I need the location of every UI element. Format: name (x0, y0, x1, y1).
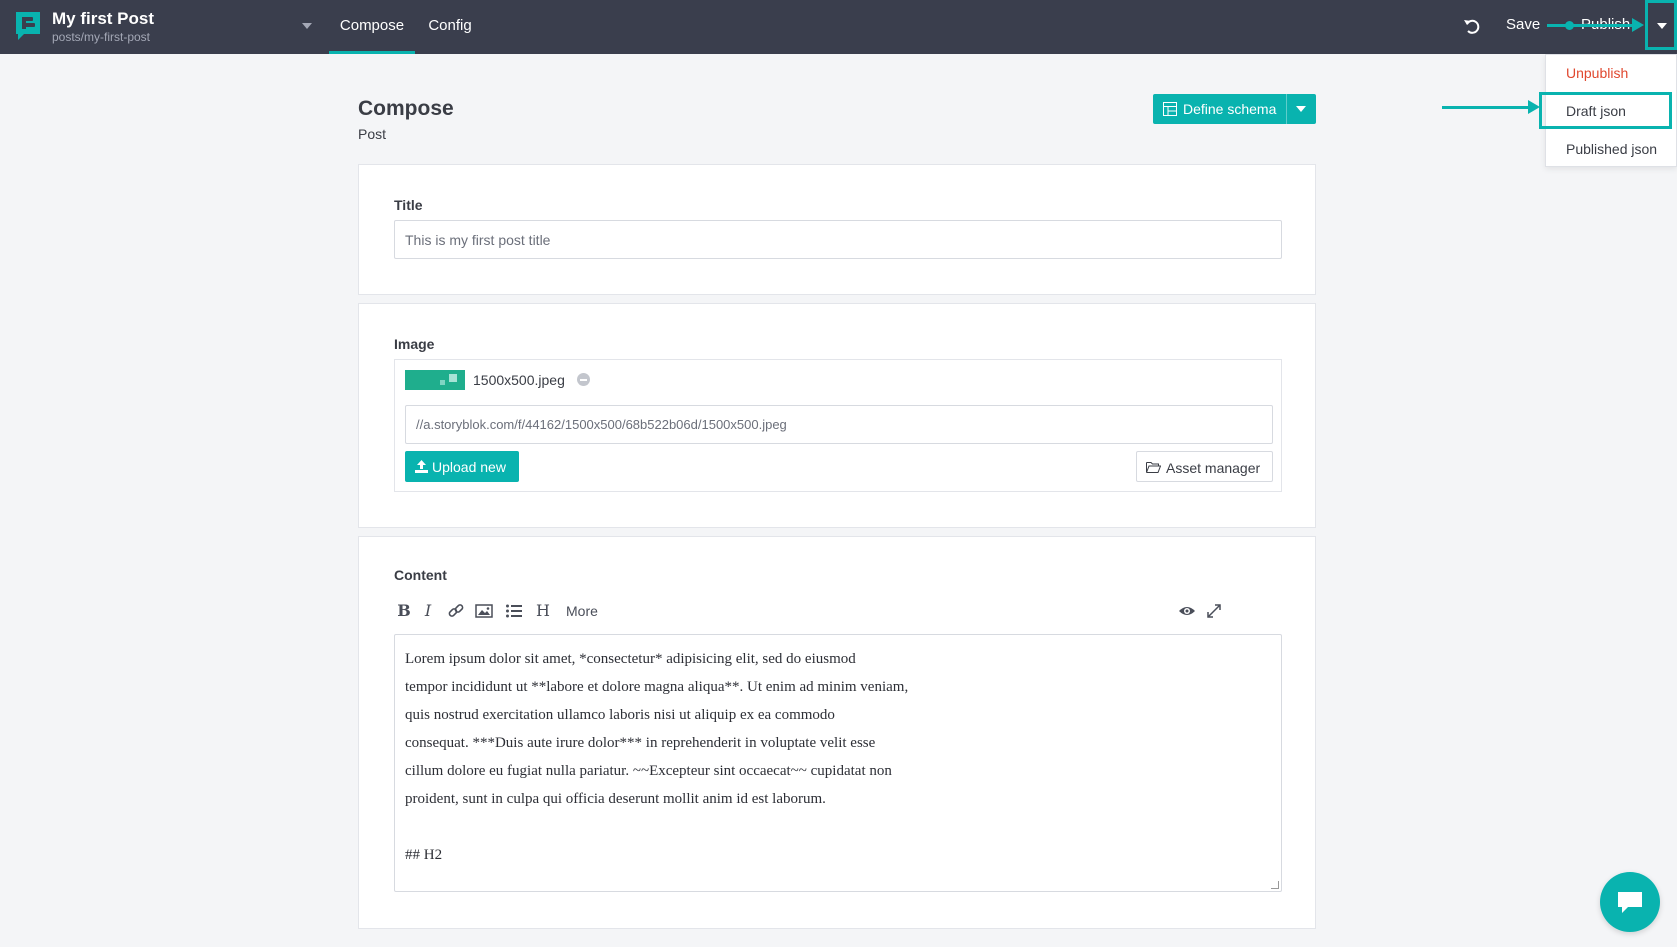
define-schema-button[interactable]: Define schema (1153, 94, 1316, 124)
editor-line: tempor incididunt ut **labore et dolore … (405, 679, 909, 695)
asset-manager-label: Asset manager (1166, 460, 1261, 476)
editor-line: quis nostrud exercitation ullamco labori… (405, 707, 835, 723)
page-title: Compose (358, 97, 454, 120)
editor-line: ## H2 (405, 847, 443, 863)
heading-button[interactable]: H (535, 601, 551, 621)
remove-image-icon[interactable] (577, 373, 590, 386)
list-icon[interactable] (505, 601, 523, 621)
editor-line: Lorem ipsum dolor sit amet, *consectetur… (405, 651, 856, 667)
editor-line: proident, sunt in culpa qui officia dese… (405, 791, 826, 807)
top-bar: My first Post posts/my-first-post Compos… (0, 0, 1677, 54)
chevron-down-icon[interactable] (1296, 106, 1306, 112)
image-filename: 1500x500.jpeg (473, 372, 565, 388)
image-thumbnail[interactable] (405, 370, 465, 390)
divider (1286, 94, 1287, 124)
define-schema-label: Define schema (1183, 101, 1277, 117)
asset-manager-button[interactable]: Asset manager (1136, 451, 1273, 482)
tab-compose[interactable]: Compose (329, 0, 415, 54)
image-asset-box: 1500x500.jpeg Upload new Asset manager (394, 359, 1282, 492)
story-switch-chevron-down-icon[interactable] (302, 23, 312, 29)
editor-line: consequat. ***Duis aute irure dolor*** i… (405, 735, 876, 751)
annotation-arrow-head (1528, 100, 1540, 114)
upload-icon (415, 460, 428, 473)
publish-menu-toggle[interactable] (1645, 0, 1677, 50)
upload-new-button[interactable]: Upload new (405, 451, 519, 482)
annotation-arrow-publish (1547, 24, 1635, 27)
undo-icon[interactable] (1462, 16, 1482, 36)
field-card-title: Title (358, 164, 1316, 295)
chevron-down-icon (1657, 23, 1667, 29)
title-field-label: Title (394, 197, 423, 213)
italic-button[interactable]: I (422, 601, 434, 621)
field-card-content: Content B I H More Lorem ipsum dolor sit… (358, 536, 1316, 929)
editor-line: cillum dolore eu fugiat nulla pariatur. … (405, 763, 892, 779)
storyblok-logo-icon[interactable] (14, 10, 42, 42)
story-slug: posts/my-first-post (52, 30, 151, 44)
eye-icon[interactable] (1178, 601, 1196, 621)
folder-open-icon (1146, 462, 1161, 473)
tab-config[interactable]: Config (420, 0, 480, 54)
title-input[interactable] (394, 220, 1282, 259)
field-card-image: Image 1500x500.jpeg Upload new Asset man… (358, 303, 1316, 528)
content-type-label: Post (358, 126, 387, 142)
annotation-arrow-dot (1565, 21, 1574, 30)
expand-icon[interactable] (1206, 601, 1222, 621)
resize-handle[interactable] (1271, 881, 1279, 889)
image-field-label: Image (394, 336, 435, 352)
annotation-arrow-head (1632, 18, 1644, 32)
annotation-highlight-draft-json (1539, 92, 1672, 129)
image-icon[interactable] (475, 601, 493, 621)
link-icon[interactable] (447, 601, 465, 621)
annotation-arrow-draft-json (1442, 106, 1532, 109)
bold-button[interactable]: B (397, 601, 411, 621)
image-url-input[interactable] (405, 405, 1273, 444)
markdown-editor[interactable]: Lorem ipsum dolor sit amet, *consectetur… (394, 634, 1282, 892)
chat-icon (1618, 892, 1642, 913)
more-button[interactable]: More (566, 601, 598, 621)
table-icon (1163, 102, 1177, 116)
content-field-label: Content (394, 567, 447, 583)
menu-item-published-json[interactable]: Published json (1566, 141, 1657, 157)
upload-new-label: Upload new (432, 459, 506, 475)
chat-button[interactable] (1600, 872, 1660, 932)
menu-item-unpublish[interactable]: Unpublish (1566, 65, 1628, 81)
save-button[interactable]: Save (1506, 16, 1540, 33)
story-title: My first Post (52, 9, 155, 28)
